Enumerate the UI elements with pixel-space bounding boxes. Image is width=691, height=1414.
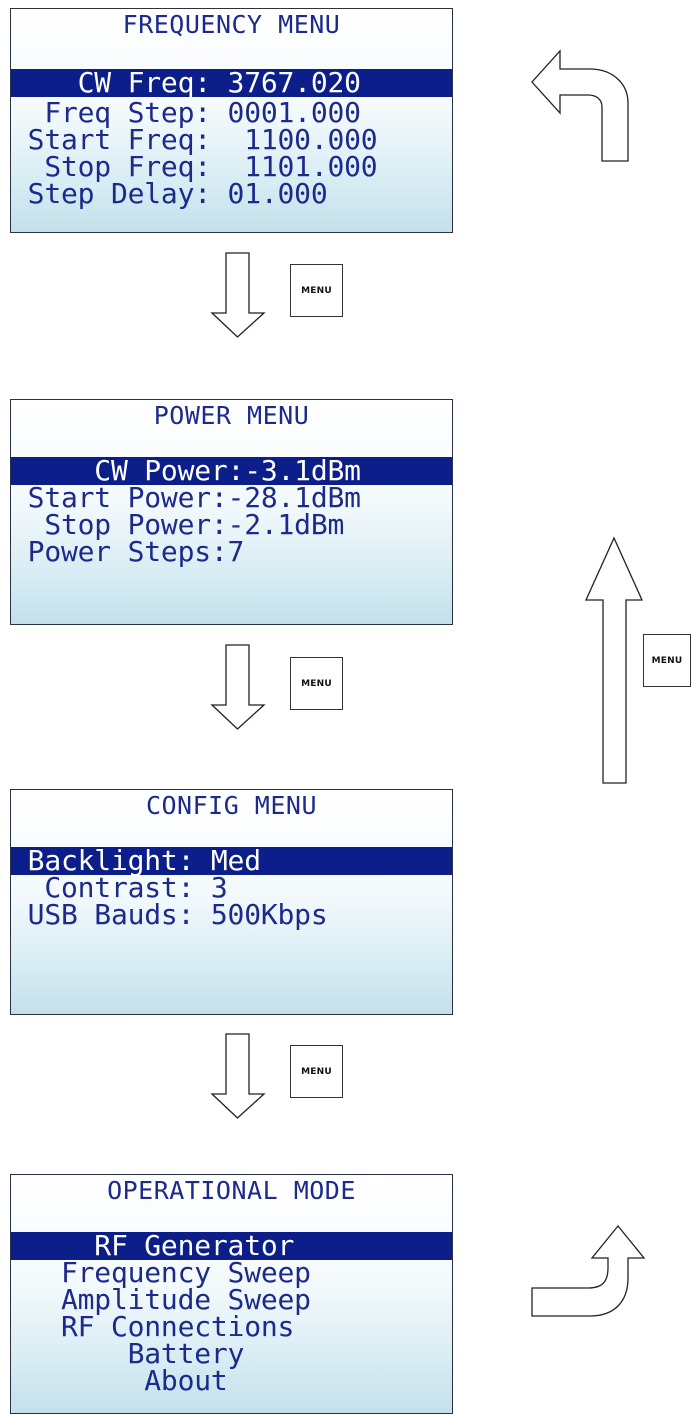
menu-row-step-delay[interactable]: Step Delay: 01.000 bbox=[11, 180, 452, 208]
down-arrow-icon bbox=[210, 252, 266, 338]
menu-key-button[interactable]: MENU bbox=[643, 634, 691, 687]
power-menu-screen: POWER MENU CW Power:-3.1dBm Start Power:… bbox=[10, 399, 453, 625]
menu-key-button[interactable]: MENU bbox=[290, 657, 343, 710]
menu-key-button[interactable]: MENU bbox=[290, 264, 343, 317]
frequency-menu-screen: FREQUENCY MENU CW Freq: 3767.020 Freq St… bbox=[10, 8, 453, 233]
curved-return-arrow-icon bbox=[531, 49, 629, 162]
operational-mode-screen: OPERATIONAL MODE RF Generator Frequency … bbox=[10, 1174, 453, 1414]
screen-title: FREQUENCY MENU bbox=[122, 10, 341, 39]
menu-row-cw-freq[interactable]: CW Freq: 3767.020 bbox=[11, 69, 452, 97]
screen-title: CONFIG MENU bbox=[145, 791, 318, 820]
menu-row-power-steps[interactable]: Power Steps:7 bbox=[11, 538, 452, 566]
screen-title: POWER MENU bbox=[153, 401, 310, 430]
menu-row-about[interactable]: About bbox=[11, 1367, 452, 1395]
menu-row-usb-bauds[interactable]: USB Bauds: 500Kbps bbox=[11, 901, 452, 929]
config-menu-screen: CONFIG MENU Backlight: Med Contrast: 3 U… bbox=[10, 789, 453, 1015]
down-arrow-icon bbox=[210, 644, 266, 730]
down-arrow-icon bbox=[210, 1033, 266, 1119]
menu-key-button[interactable]: MENU bbox=[290, 1045, 343, 1098]
screen-title: OPERATIONAL MODE bbox=[107, 1176, 356, 1205]
curved-entry-arrow-icon bbox=[531, 1224, 646, 1317]
up-arrow-icon bbox=[584, 536, 644, 784]
